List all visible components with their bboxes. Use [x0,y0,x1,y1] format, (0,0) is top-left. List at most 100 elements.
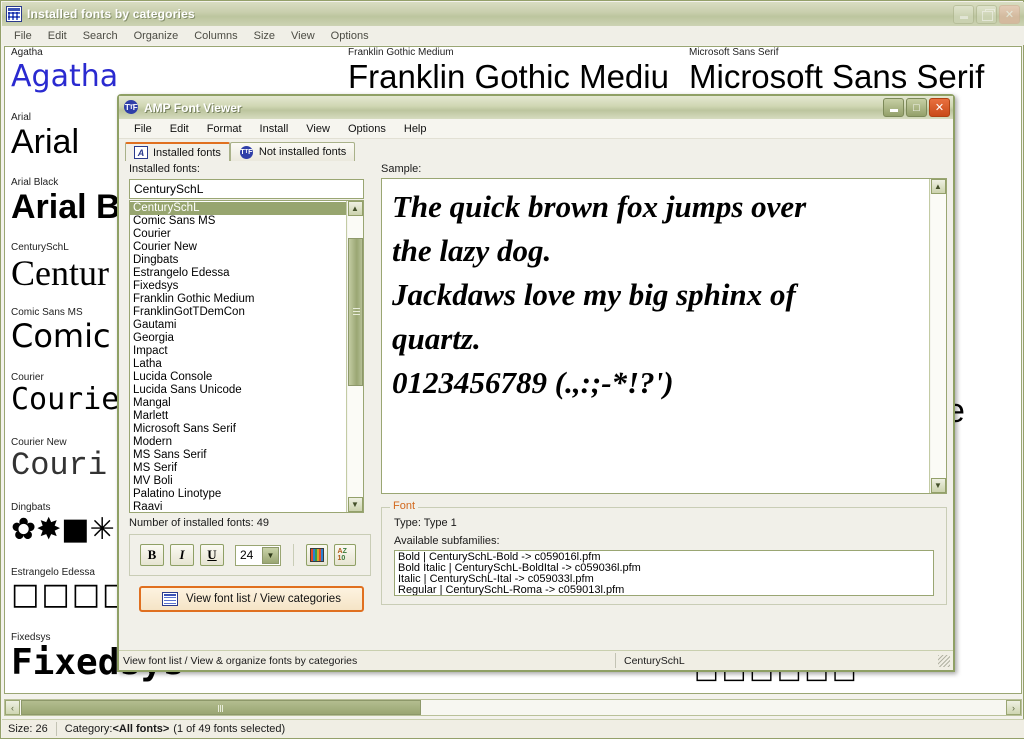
list-item[interactable]: Modern [130,436,346,449]
font-list-vertical-scrollbar[interactable]: ▲ ▼ [346,201,363,512]
subfamily-row[interactable]: Regular | CenturySchL-Roma -> c059013l.p… [398,585,930,596]
bg-close-button[interactable]: ✕ [999,5,1020,24]
scroll-up-arrow-icon[interactable]: ▲ [931,179,946,194]
bg-window-title: Installed fonts by categories [27,7,195,21]
color-grid-icon [310,548,324,562]
amp-menu-install[interactable]: Install [251,121,298,137]
list-item[interactable]: Comic Sans MS [130,215,346,228]
table-icon [162,592,178,606]
bg-menu-columns[interactable]: Columns [186,28,245,44]
font-preview-item[interactable]: Franklin Gothic Medium Franklin Gothic M… [348,47,669,93]
view-button-label: View font list / View categories [186,593,341,605]
amp-menu-edit[interactable]: Edit [161,121,198,137]
installed-fonts-listbox[interactable]: CenturySchL Comic Sans MS Courier Courie… [129,200,364,513]
list-item[interactable]: Microsoft Sans Serif [130,423,346,436]
amp-menu-file[interactable]: File [125,121,161,137]
font-size-combobox[interactable]: 24 ▼ [235,545,281,566]
hscroll-track[interactable] [421,700,1006,715]
sample-vertical-scrollbar[interactable]: ▲ ▼ [929,179,946,493]
bg-restore-button[interactable] [976,5,997,24]
list-item[interactable]: Dingbats [130,254,346,267]
font-preview-item[interactable]: Microsoft Sans Serif Microsoft Sans Seri… [689,47,984,93]
tab-label: Not installed fonts [259,146,346,158]
amp-menu-help[interactable]: Help [395,121,436,137]
resize-grip-icon[interactable] [938,655,950,667]
subfamilies-list[interactable]: Bold | CenturySchL-Bold -> c059016l.pfm … [394,550,934,596]
amp-menu-format[interactable]: Format [198,121,251,137]
list-item[interactable]: Georgia [130,332,346,345]
bold-button[interactable]: B [140,544,164,566]
font-preview-name: Agatha [11,47,193,58]
list-item[interactable]: Mangal [130,397,346,410]
amp-window-title: AMP Font Viewer [144,101,242,115]
scroll-right-arrow-icon[interactable]: › [1006,700,1021,715]
amp-restore-button[interactable]: □ [906,98,927,117]
list-item[interactable]: Courier New [130,241,346,254]
bg-menu-size[interactable]: Size [246,28,283,44]
bg-horizontal-scrollbar[interactable]: ‹ › [4,699,1022,716]
font-list-items[interactable]: CenturySchL Comic Sans MS Courier Courie… [130,201,346,512]
sort-order-button[interactable]: AZ10 [334,544,356,566]
subfamilies-label: Available subfamilies: [394,535,500,547]
az-sort-icon: AZ10 [338,548,353,562]
amp-window-controls: □ ✕ [883,98,950,117]
amp-titlebar[interactable]: TTF AMP Font Viewer □ ✕ [119,96,953,119]
list-item[interactable]: Impact [130,345,346,358]
sample-line: the lazy dog. [392,229,919,273]
bg-minimize-button[interactable] [953,5,974,24]
list-item[interactable]: FranklinGotTDemCon [130,306,346,319]
amp-close-button[interactable]: ✕ [929,98,950,117]
character-map-button[interactable] [306,544,328,566]
bg-menu-organize[interactable]: Organize [126,28,187,44]
scroll-down-arrow-icon[interactable]: ▼ [931,478,946,493]
bg-menu-edit[interactable]: Edit [40,28,75,44]
sample-line: Jackdaws love my big sphinx of [392,273,919,317]
vscroll-thumb[interactable] [348,238,363,386]
amp-menu-options[interactable]: Options [339,121,395,137]
list-item[interactable]: MS Serif [130,462,346,475]
list-item[interactable]: MS Sans Serif [130,449,346,462]
amp-status-left: View font list / View & organize fonts b… [119,655,615,667]
vscroll-track[interactable] [348,216,363,497]
list-item[interactable]: Estrangelo Edessa [130,267,346,280]
hscroll-thumb[interactable] [21,700,421,715]
font-name-input[interactable]: CenturySchL [129,179,364,199]
list-item[interactable]: CenturySchL [130,202,346,215]
bg-menu-view[interactable]: View [283,28,323,44]
chevron-down-icon[interactable]: ▼ [262,547,279,564]
groupbox-title: Font [390,500,418,512]
bg-window-titlebar[interactable]: Installed fonts by categories ✕ [2,2,1024,26]
amp-minimize-button[interactable] [883,98,904,117]
scroll-left-arrow-icon[interactable]: ‹ [5,700,20,715]
list-item[interactable]: Franklin Gothic Medium [130,293,346,306]
list-item[interactable]: Lucida Sans Unicode [130,384,346,397]
list-item[interactable]: Latha [130,358,346,371]
status-category-prefix: Category: [59,722,113,737]
bg-menu-file[interactable]: File [6,28,40,44]
status-selection-count: (1 of 49 fonts selected) [169,722,291,737]
close-icon: ✕ [930,99,949,116]
list-item[interactable]: Fixedsys [130,280,346,293]
scroll-down-arrow-icon[interactable]: ▼ [348,497,363,512]
list-item[interactable]: Lucida Console [130,371,346,384]
list-item[interactable]: Courier [130,228,346,241]
view-font-list-categories-button[interactable]: View font list / View categories [139,586,364,612]
bg-menu-search[interactable]: Search [75,28,126,44]
status-size: Size: 26 [2,722,54,737]
font-info-groupbox: Font Type: Type 1 Available subfamilies:… [381,507,947,605]
vscroll-track[interactable] [931,194,946,478]
bg-menu-options[interactable]: Options [323,28,377,44]
underline-button[interactable]: U [200,544,224,566]
list-item[interactable]: Marlett [130,410,346,423]
list-item[interactable]: Raavi [130,501,346,512]
list-item[interactable]: Gautami [130,319,346,332]
toolbar-divider [293,544,294,566]
list-item[interactable]: Palatino Linotype [130,488,346,501]
italic-button[interactable]: I [170,544,194,566]
sample-preview-box[interactable]: The quick brown fox jumps over the lazy … [381,178,947,494]
list-item[interactable]: MV Boli [130,475,346,488]
scroll-up-arrow-icon[interactable]: ▲ [348,201,363,216]
font-type-label: Type: Type 1 [394,517,457,529]
sample-text: The quick brown fox jumps over the lazy … [382,179,929,493]
amp-menu-view[interactable]: View [297,121,339,137]
